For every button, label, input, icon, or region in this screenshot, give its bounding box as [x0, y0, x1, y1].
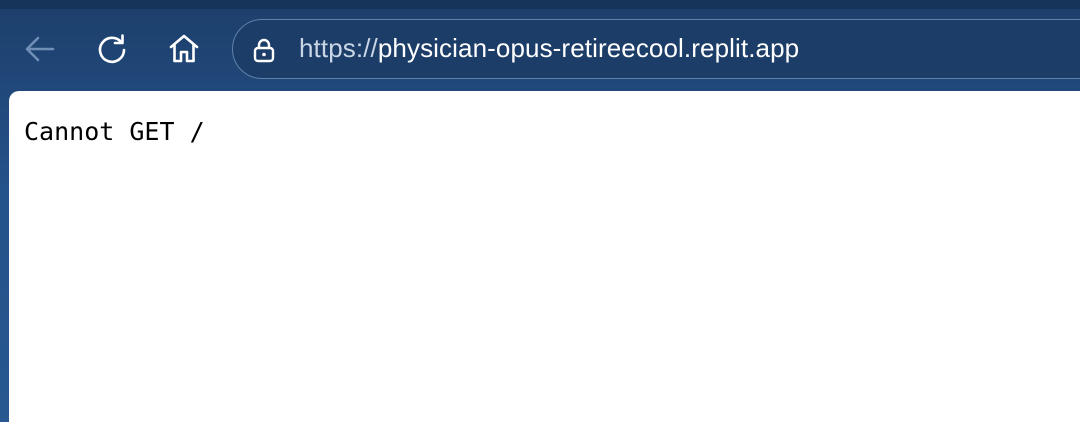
reload-button[interactable] [92, 29, 132, 69]
page-content: Cannot GET / [9, 91, 1080, 422]
back-button[interactable] [20, 29, 60, 69]
home-icon [166, 31, 202, 67]
address-bar[interactable]: https://physician-opus-retireecool.repli… [232, 19, 1080, 79]
url-host: physician-opus-retireecool.replit.app [377, 33, 800, 63]
arrow-left-icon [22, 31, 58, 67]
browser-toolbar: https://physician-opus-retireecool.repli… [0, 9, 1080, 89]
url-scheme: https:// [299, 33, 378, 63]
title-strip [0, 0, 1080, 9]
reload-icon [94, 31, 130, 67]
home-button[interactable] [164, 29, 204, 69]
error-message: Cannot GET / [24, 117, 205, 146]
lock-icon[interactable] [251, 37, 277, 63]
url-text[interactable]: https://physician-opus-retireecool.repli… [299, 20, 799, 77]
browser-window: https://physician-opus-retireecool.repli… [0, 0, 1080, 422]
